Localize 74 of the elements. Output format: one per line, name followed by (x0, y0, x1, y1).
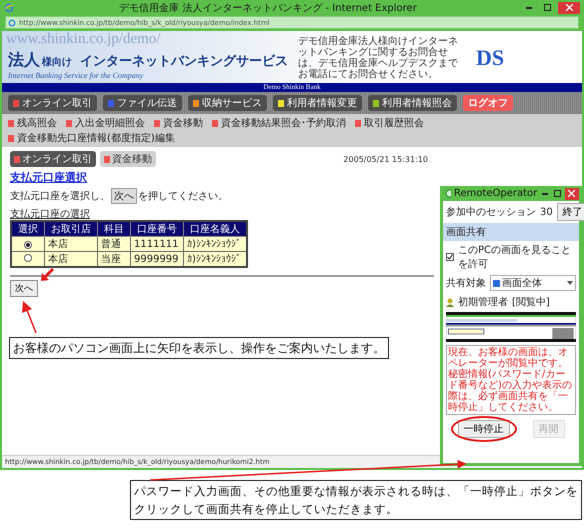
window-title: デモ信用金庫 法人インターネットバンキング - Internet Explorer (118, 2, 418, 14)
table-cell: ｶ)ｼﾝｷﾝｼｮｳｼﾞ (184, 236, 247, 252)
maximize-icon (544, 4, 550, 11)
viewer-status: [閲覧中] (512, 296, 550, 309)
callout-text: お客様のパソコン画面上に矢印を表示し、操作をご案内いたします。 (9, 337, 389, 359)
app-icon (445, 189, 451, 198)
window-title: RemoteOperator (454, 188, 538, 199)
close-icon (566, 4, 572, 11)
table-cell: 本店 (44, 236, 98, 252)
share-target-dropdown[interactable]: 画面全体 (490, 275, 576, 291)
next-button[interactable]: 次へ (10, 280, 38, 297)
pointer-arrow (41, 268, 54, 281)
table-cell: 普通 (98, 236, 130, 252)
section-header: 画面共有 (443, 223, 579, 241)
close-button[interactable] (564, 188, 579, 200)
page-icon (8, 18, 16, 26)
radio-button[interactable] (24, 240, 32, 248)
table-cell: 9999999 (130, 252, 184, 267)
callout-arrow (22, 301, 37, 334)
checkbox-label: このPCの画面を見ることを許可 (458, 244, 572, 271)
table-caption: 支払元口座の選択 (10, 208, 90, 221)
end-button[interactable]: 終了 (556, 203, 584, 221)
browser-icon (4, 2, 14, 12)
minimize-icon (526, 6, 532, 8)
viewer-name: 初期管理者 (458, 296, 508, 309)
column-header: 選択 (11, 221, 44, 236)
sub-menu-link[interactable]: 入出金明細照会 (66, 116, 145, 130)
main-menu-button[interactable]: 利用者情報変更 (273, 95, 362, 111)
breadcrumb-tab[interactable]: 資金移動 (100, 151, 156, 167)
breadcrumb-tab[interactable]: オンライン取引 (10, 151, 96, 167)
close-icon (568, 190, 576, 197)
next-button-image: 次へ (111, 188, 137, 204)
page-heading: 支払元口座選択 (10, 170, 87, 185)
table-cell: 本店 (44, 252, 98, 267)
column-header: お取引店 (44, 221, 98, 236)
column-header: 口座番号 (130, 221, 184, 236)
table-cell: 1111111 (130, 236, 184, 252)
sub-menu-link[interactable]: 資金移動結果照会･予約取消 (212, 116, 346, 130)
sub-menu-link[interactable]: 取引履歴照会 (355, 116, 424, 130)
table-cell: 当座 (98, 252, 130, 267)
maximize-icon (554, 190, 560, 197)
table-cell: ｶ)ｼﾝｷﾝｼｮｳｼﾞ (184, 252, 247, 267)
service-subtitle: Internet Banking Service for the Company (8, 70, 144, 80)
main-menu-button[interactable]: オンライン取引 (8, 95, 97, 111)
column-header: 口座名義人 (184, 221, 247, 236)
share-target-label: 共有対象 (446, 276, 486, 290)
sub-menu-link[interactable]: 資金移動先口座情報(都度指定)編集 (8, 131, 175, 145)
session-count: 30 (540, 206, 553, 218)
instruction-text: 支払元口座を選択し、 (10, 190, 110, 203)
service-title: 法人様向け インターネットバンキングサービス (8, 50, 288, 70)
column-header: 科目 (98, 221, 130, 236)
radio-button[interactable] (24, 254, 32, 262)
screen-icon (493, 280, 500, 286)
person-icon (446, 298, 454, 306)
timestamp: 2005/05/21 15:31:10 (343, 154, 428, 164)
sub-menu-link[interactable]: 残高照会 (8, 116, 57, 130)
banner-background-text: www.shinkin.co.jp/demo/ (6, 31, 160, 48)
warning-message: 現在、お客様の画面は、オペレーターが閲覧中です。 (448, 347, 569, 369)
checkbox[interactable] (446, 253, 454, 261)
main-menu-button[interactable]: ファイル伝送 (103, 95, 182, 111)
minimize-icon (542, 192, 548, 194)
close-button[interactable] (558, 2, 580, 14)
warning-message: 秘密情報(パスワード/カード番号など)の入力や表示の際は、必ず画面共有を「一時停止」してください。 (448, 369, 573, 413)
contact-note: デモ信用金庫法人様向けインターネットバンキングに関するお問合せは、デモ信用金庫ヘルプデスクまでお電話にてお問合せください。 (298, 36, 459, 80)
caret-icon (567, 281, 573, 285)
operator-button[interactable]: 一時停止 (458, 420, 510, 438)
bank-logo: DS (476, 44, 504, 70)
main-menu-button[interactable]: 利用者情報照会 (368, 95, 457, 111)
main-menu-button[interactable]: 収納サービス (188, 95, 267, 111)
instruction-text: を押してください。 (138, 190, 228, 203)
session-label: 参加中のセッション (446, 206, 536, 219)
sub-menu-link[interactable]: 資金移動 (154, 116, 203, 130)
callout-text: パスワード入力画面、その他重要な情報が表示される時は、「一時停止」ボタンをクリックして画面共有を停止していただきます。 (130, 480, 582, 520)
maximize-button[interactable] (552, 188, 562, 199)
